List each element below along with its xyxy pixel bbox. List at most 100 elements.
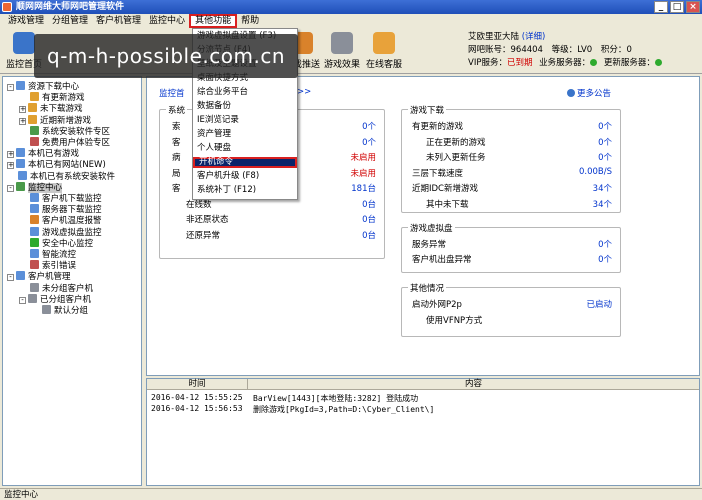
minimize-button[interactable]: _ [654,1,668,13]
tree-node[interactable]: 免费用户体验专区 [19,137,110,148]
group-title: 游戏下载 [408,104,447,116]
folder-icon [16,181,25,191]
log-content: 删除游戏[PkgId=3,Path=D:\Cyber_Client\] [253,405,435,414]
log-header: 时间 内容 [147,379,699,390]
dropdown-menu-item[interactable]: 数据备份 [193,101,297,112]
points-label: 积分： [600,45,627,55]
account-label: 网吧账号： [468,45,511,55]
biz-server-status-icon [590,59,598,66]
tree-node[interactable]: 智能流控 [19,249,76,260]
virtual-disk-row-value: 0个 [598,255,612,265]
tree-node[interactable]: 默认分组 [31,305,88,316]
folder-icon [30,282,39,292]
tree-node[interactable]: + 本机已有游戏 [7,148,79,159]
system-row-label: 局 [172,168,181,179]
tree-toggle-icon[interactable]: - [7,84,14,91]
more-notices-label: 更多公告 [577,89,612,99]
log-row[interactable]: 2016-04-12 15:55:25 BarView[1443][本地登陆:32… [147,393,699,404]
user-detail-link[interactable]: (详细) [522,32,546,42]
log-panel: 时间 内容 2016-04-12 15:55:25 BarView[1443][本… [146,378,700,486]
log-column-content[interactable]: 内容 [247,379,699,390]
monitor-home-icon [13,32,35,54]
tree-toggle-icon[interactable]: + [7,151,14,159]
tree-toggle-icon[interactable]: - [7,274,14,282]
system-row-label: 客 [172,184,181,194]
tree-toggle-icon[interactable]: + [19,117,26,125]
system-row-label: 客 [172,137,181,148]
dropdown-menu-item[interactable]: 综合业务平台 [193,87,297,98]
tree-node-label: 未下载游戏 [40,104,83,115]
log-column-time[interactable]: 时间 [147,379,247,390]
more-notices-link[interactable]: 更多公告 [567,87,611,99]
virtual-disk-row-value: 0个 [598,240,612,250]
menu-client-management[interactable]: 客户机管理 [92,14,145,28]
menu-group-management[interactable]: 分组管理 [48,14,92,28]
tree-node[interactable]: + 本机已有网站(NEW) [7,159,106,170]
tree-node-label: 本机已有游戏 [28,149,80,160]
tree-toggle-icon[interactable]: - [7,184,14,192]
dropdown-menu-item[interactable]: 个人硬盘 [193,143,297,154]
menu-help[interactable]: 帮助 [237,14,263,28]
tree-node[interactable]: 本机已有系统安装软件 [7,170,115,182]
log-time: 2016-04-12 15:56:53 [151,404,243,413]
close-button[interactable]: × [686,1,700,13]
tab-scroll-arrows[interactable]: >> [297,87,311,97]
tree-node[interactable]: 有更新游戏 [19,92,85,103]
tree-node-label: 近期新增游戏 [40,115,92,126]
tree-node[interactable]: - 监控中心 [7,181,63,193]
tree-toggle-icon[interactable]: + [19,106,26,114]
tree-node[interactable]: - 已分组客户机 [19,293,91,305]
update-server-label: 更新服务器： [603,58,655,68]
tree-node-label: 安全中心监控 [42,238,94,249]
level-label: 等级： [551,45,578,55]
dropdown-menu-item[interactable]: 系统补丁 (F12) [193,185,297,196]
system-row-label: 病 [172,153,181,163]
tree-node[interactable]: - 客户机管理 [7,271,71,282]
tree-node[interactable]: + 近期新增游戏 [19,114,92,126]
menu-other-functions[interactable]: 其他功能 [189,14,238,28]
system-row-value: 未启用 [350,153,376,163]
tree-node-label: 本机已有网站(NEW) [28,160,106,171]
update-server-status-icon [654,59,662,66]
tree-node[interactable]: 安全中心监控 [19,237,94,249]
maximize-button[interactable]: □ [670,1,684,13]
dropdown-menu-item[interactable]: IE浏览记录 [193,115,297,126]
tree-node[interactable]: 服务器下载监控 [19,204,102,215]
monitor-home-tab[interactable]: 监控首 [159,87,185,99]
tree-node-label: 监控中心 [28,182,63,193]
folder-icon [30,215,39,225]
notice-icon [567,89,575,97]
game-download-row-label: 三层下载速度 [412,168,464,179]
other-status-group: 其他情况 启动外网P2p 已启动 使用VFNP方式 [401,282,621,337]
tree-node[interactable]: 未分组客户机 [19,282,93,294]
watermark-overlay: q-m-h-possible.com.cn [34,34,298,78]
dropdown-menu-item[interactable]: 资产管理 [193,129,297,140]
toolbar-game-effect-button[interactable]: 游戏效果 [322,32,362,70]
menu-game-management[interactable]: 游戏管理 [4,14,48,28]
folder-icon [28,293,37,303]
vip-status[interactable]: 已到期 [507,58,533,68]
log-row[interactable]: 2016-04-12 15:56:53 删除游戏[PkgId=3,Path=D:\… [147,404,699,415]
tree-node[interactable]: 客户机下载监控 [19,193,102,204]
menu-monitor-center[interactable]: 监控中心 [145,14,189,28]
system-row-value: 181台 [351,184,376,194]
other-row-value: 已启动 [586,300,612,310]
folder-icon [42,305,51,314]
status-text: 监控中心 [4,490,39,500]
support-icon [373,32,395,54]
tree-node-label: 免费用户体验专区 [42,138,111,148]
tree-node[interactable]: 索引错误 [19,260,76,271]
tree-node[interactable]: 游戏虚拟盘监控 [19,226,102,238]
group-title: 系统 [166,104,188,116]
tree-node[interactable]: 系统安装软件专区 [19,125,110,137]
tree-node[interactable]: - 资源下载中心 [7,81,79,92]
tree-node[interactable]: 客户机温度报警 [19,215,102,226]
tree-node[interactable]: + 未下载游戏 [19,103,83,114]
tree-toggle-icon[interactable]: + [7,162,14,170]
dropdown-menu-item[interactable]: 开机命令 [193,157,297,168]
user-name: 艾欧里亚大陆 [468,32,520,42]
toolbar-online-support-button[interactable]: 在线客服 [364,32,404,70]
dropdown-menu-item[interactable]: 客户机升级 (F8) [193,171,297,182]
tree-toggle-icon[interactable]: - [19,296,26,304]
level-value: LV0 [577,45,593,55]
